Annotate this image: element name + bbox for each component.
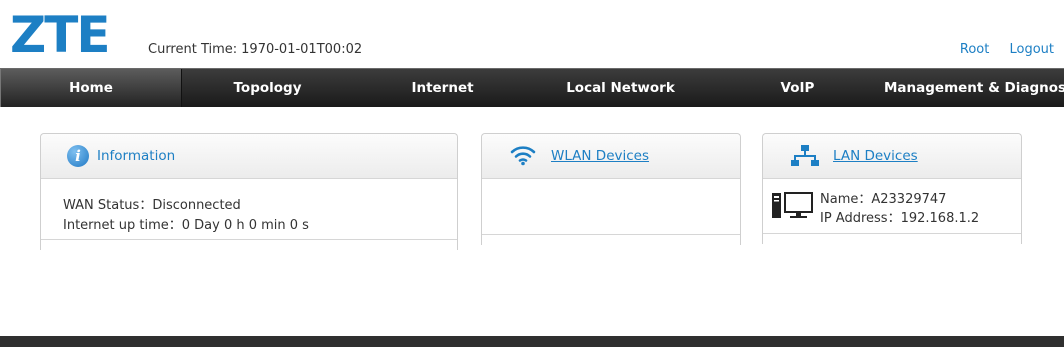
nav-item-local-network[interactable]: Local Network	[543, 69, 698, 107]
device-name-label: Name：	[820, 192, 872, 207]
top-links: Root Logout	[944, 42, 1054, 57]
information-card-footer	[41, 239, 457, 250]
logout-link[interactable]: Logout	[1009, 42, 1054, 57]
lan-devices-card: LAN Devices Name：A23329747 IP Address：19…	[762, 133, 1022, 244]
lan-card-footer	[763, 233, 1021, 244]
information-card: i Information WAN Status：Disconnected In…	[40, 133, 458, 250]
nav-item-home[interactable]: Home	[0, 69, 182, 107]
lan-card-body: Name：A23329747 IP Address：192.168.1.2	[763, 179, 1021, 233]
device-name-value: A23329747	[871, 192, 947, 207]
information-title: Information	[97, 148, 176, 164]
wifi-icon	[510, 146, 536, 166]
lan-card-header: LAN Devices	[763, 134, 1021, 179]
wlan-card-body	[482, 179, 740, 234]
nav-item-internet[interactable]: Internet	[365, 69, 520, 107]
wan-status-label: WAN Status：	[63, 198, 153, 213]
root-link[interactable]: Root	[960, 42, 989, 57]
computer-icon	[772, 192, 813, 218]
device-ip-label: IP Address：	[820, 211, 901, 226]
nav-item-management-diagnosis[interactable]: Management & Diagnosis	[884, 69, 1064, 107]
wlan-card-footer	[482, 234, 740, 245]
information-card-body: WAN Status：Disconnected Internet up time…	[41, 179, 457, 239]
uptime-label: Internet up time：	[63, 218, 182, 233]
information-card-header: i Information	[41, 134, 457, 179]
uptime-value: 0 Day 0 h 0 min 0 s	[181, 218, 309, 233]
wlan-devices-link[interactable]: WLAN Devices	[551, 134, 649, 178]
lan-devices-link[interactable]: LAN Devices	[833, 134, 918, 178]
wlan-card-header: WLAN Devices	[482, 134, 740, 179]
lan-device-name: Name：A23329747	[820, 188, 946, 207]
footer-bar	[0, 336, 1064, 347]
internet-uptime: Internet up time：0 Day 0 h 0 min 0 s	[63, 214, 309, 233]
current-time-label: Current Time:	[148, 42, 238, 57]
wan-status-value: Disconnected	[152, 198, 241, 213]
lan-device-ip: IP Address：192.168.1.2	[820, 207, 979, 226]
info-icon: i	[67, 145, 89, 167]
wan-status: WAN Status：Disconnected	[63, 194, 241, 213]
device-ip-value: 192.168.1.2	[900, 211, 980, 226]
header: ZTE Current Time: 1970-01-01T00:02 Root L…	[0, 0, 1064, 68]
wlan-devices-card: WLAN Devices	[481, 133, 741, 245]
network-icon	[791, 145, 819, 166]
current-time: Current Time: 1970-01-01T00:02	[148, 42, 362, 57]
zte-logo: ZTE	[10, 6, 111, 64]
nav-item-voip[interactable]: VoIP	[720, 69, 875, 107]
main-nav: Home Topology Internet Local Network VoI…	[0, 68, 1064, 107]
current-time-value: 1970-01-01T00:02	[241, 42, 363, 57]
nav-item-topology[interactable]: Topology	[190, 69, 345, 107]
